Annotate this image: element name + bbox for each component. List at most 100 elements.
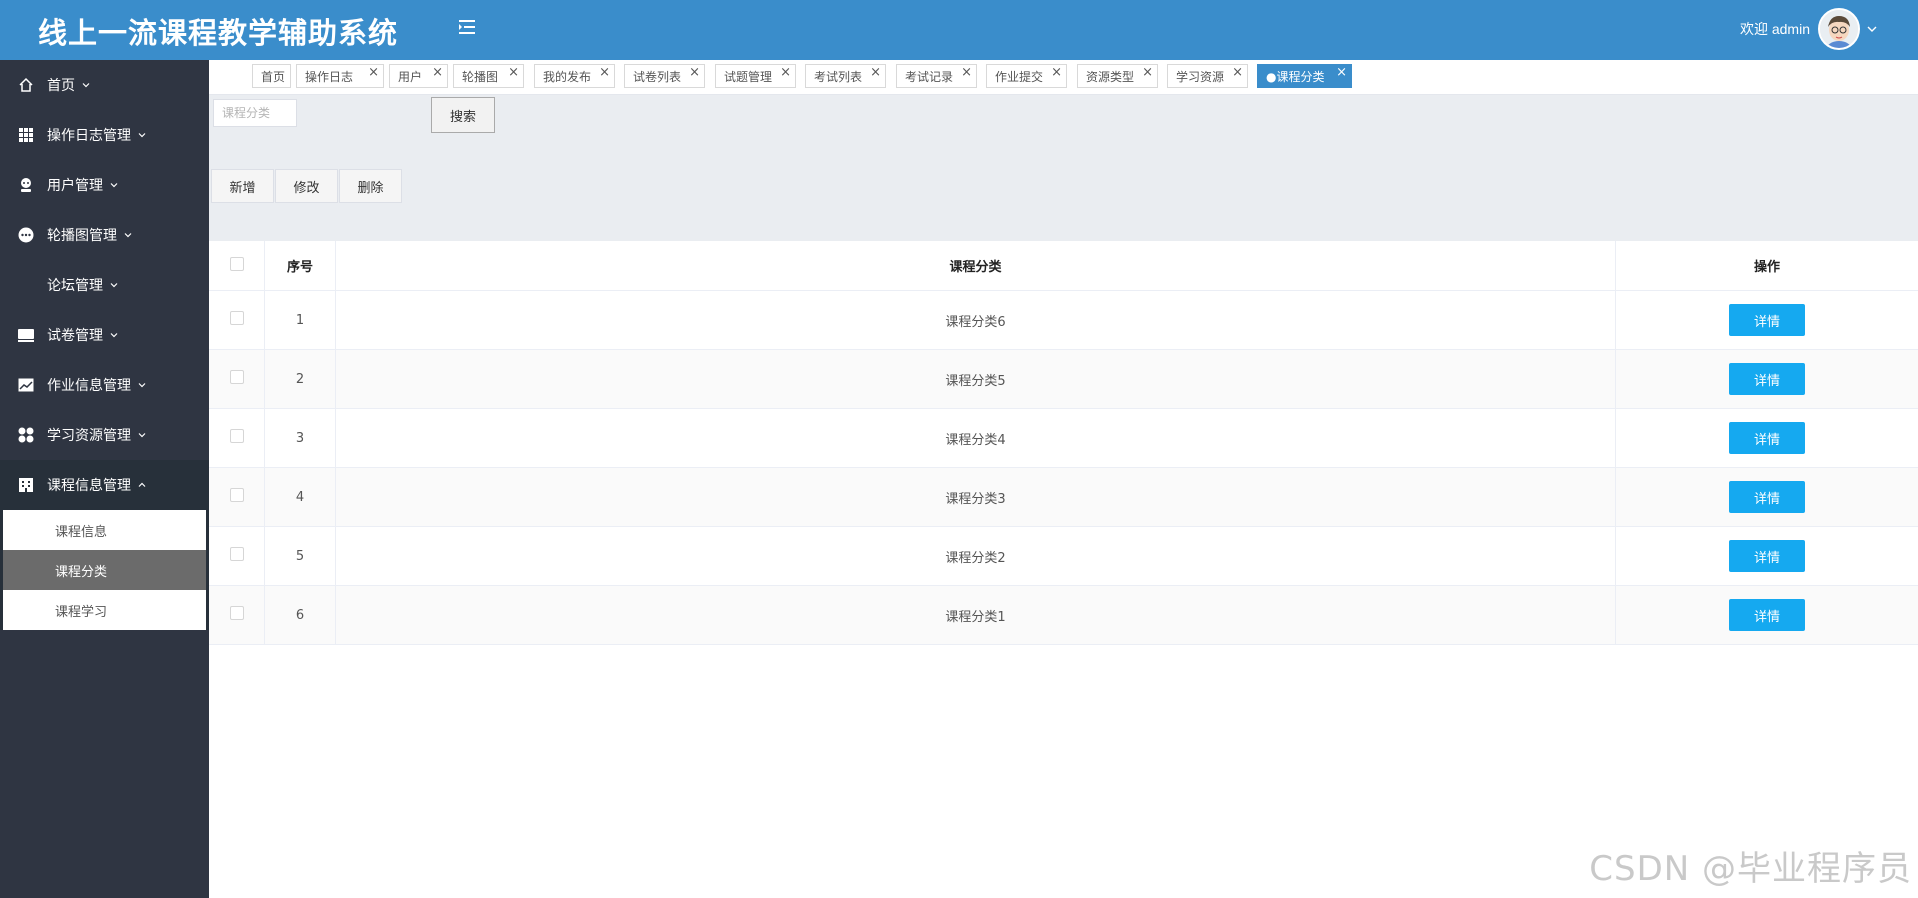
- close-icon[interactable]: ×: [368, 65, 379, 80]
- tab-questions[interactable]: 试题管理 ×: [715, 64, 796, 88]
- detail-button[interactable]: 详情: [1729, 304, 1805, 336]
- detail-button[interactable]: 详情: [1729, 599, 1805, 631]
- table-row: 1 课程分类6 详情: [209, 290, 1918, 350]
- tab-carousel[interactable]: 轮播图 ×: [453, 64, 524, 88]
- search-input[interactable]: [213, 99, 297, 127]
- row-checkbox[interactable]: [229, 488, 244, 502]
- header-category: 课程分类: [335, 241, 1616, 291]
- chevron-down-icon: [82, 83, 90, 88]
- tab-label: 我的发布: [543, 69, 592, 84]
- detail-button[interactable]: 详情: [1729, 481, 1805, 513]
- chevron-down-icon: [138, 133, 146, 138]
- tab-course-category[interactable]: ●课程分类 ×: [1257, 64, 1352, 88]
- tabs-bar: 首页 操作日志 × 用户 × 轮播图 × 我的发布 × 试卷列表 × 试题管理 × 考试列表…: [209, 60, 1918, 95]
- chevron-down-icon: [138, 433, 146, 438]
- watermark: CSDN @毕业程序员: [1589, 849, 1912, 889]
- sidebar-item-resources[interactable]: 学习资源管理: [0, 410, 209, 460]
- tab-label: 轮播图: [462, 69, 499, 84]
- row-no: 6: [264, 585, 336, 645]
- delete-button[interactable]: 删除: [339, 169, 402, 203]
- tab-label: 试题管理: [724, 69, 773, 84]
- tab-exam-list[interactable]: 考试列表 ×: [805, 64, 886, 88]
- close-icon[interactable]: ×: [870, 65, 881, 80]
- user-icon: [17, 176, 35, 194]
- close-icon[interactable]: ×: [508, 65, 519, 80]
- close-icon[interactable]: ×: [961, 65, 972, 80]
- app-title: 线上一流课程教学辅助系统: [38, 16, 399, 50]
- row-category: 课程分类1: [335, 585, 1616, 645]
- row-op-cell: 详情: [1615, 526, 1918, 586]
- tab-label: 考试列表: [814, 69, 863, 84]
- avatar-face-icon: [1820, 10, 1858, 48]
- user-menu[interactable]: 欢迎 admin: [1740, 4, 1878, 54]
- close-icon[interactable]: ×: [599, 65, 610, 80]
- detail-button[interactable]: 详情: [1729, 540, 1805, 572]
- submenu-item-course-study[interactable]: 课程学习: [3, 590, 206, 630]
- tab-label: 学习资源: [1176, 69, 1225, 84]
- tab-my-posts[interactable]: 我的发布 ×: [534, 64, 615, 88]
- tab-label: 考试记录: [905, 69, 954, 84]
- submenu-item-course-info[interactable]: 课程信息: [3, 510, 206, 550]
- sidebar-item-exams[interactable]: 试卷管理: [0, 310, 209, 360]
- table-header-row: 序号 课程分类 操作: [209, 241, 1918, 291]
- tab-label: 资源类型: [1086, 69, 1135, 84]
- submenu-item-course-category[interactable]: 课程分类: [3, 550, 206, 590]
- tab-learning-resources[interactable]: 学习资源 ×: [1167, 64, 1248, 88]
- edit-button[interactable]: 修改: [275, 169, 338, 203]
- tab-exam-records[interactable]: 考试记录 ×: [896, 64, 977, 88]
- close-icon[interactable]: ×: [1232, 65, 1243, 80]
- detail-button[interactable]: 详情: [1729, 363, 1805, 395]
- chevron-down-icon: [110, 283, 118, 288]
- sidebar-item-course-info[interactable]: 课程信息管理: [0, 460, 209, 510]
- sidebar-item-label: 课程信息管理: [47, 478, 131, 494]
- sidebar-item-carousel[interactable]: 轮播图管理: [0, 210, 209, 260]
- close-icon[interactable]: ×: [1336, 65, 1347, 80]
- row-category: 课程分类6: [335, 290, 1616, 350]
- select-all-checkbox[interactable]: [229, 256, 244, 271]
- close-icon[interactable]: ×: [780, 65, 791, 80]
- row-checkbox[interactable]: [229, 429, 244, 443]
- add-button[interactable]: 新增: [211, 169, 274, 203]
- tab-oplog[interactable]: 操作日志 ×: [296, 64, 384, 88]
- row-check-cell: [209, 526, 265, 586]
- tab-label: ●课程分类: [1266, 69, 1325, 84]
- chevron-down-icon: [138, 383, 146, 388]
- select-all-cell: [209, 241, 265, 291]
- close-icon[interactable]: ×: [432, 65, 443, 80]
- sidebar-item-label: 学习资源管理: [47, 428, 131, 444]
- row-no: 5: [264, 526, 336, 586]
- row-checkbox[interactable]: [229, 370, 244, 384]
- sidebar-item-homework[interactable]: 作业信息管理: [0, 360, 209, 410]
- picture-icon: [17, 376, 35, 394]
- main-content: 搜索 新增 修改 删除 序号 课程分类 操作 1 课程分类6 详情: [209, 95, 1918, 898]
- close-icon[interactable]: ×: [689, 65, 700, 80]
- header-no: 序号: [264, 241, 336, 291]
- sidebar-item-forum[interactable]: 论坛管理: [0, 260, 209, 310]
- row-no: 2: [264, 349, 336, 409]
- row-checkbox[interactable]: [229, 547, 244, 561]
- row-checkbox[interactable]: [229, 311, 244, 325]
- search-button[interactable]: 搜索: [431, 97, 495, 133]
- row-check-cell: [209, 408, 265, 468]
- top-header: 线上一流课程教学辅助系统 欢迎 admin: [0, 0, 1918, 60]
- close-icon[interactable]: ×: [1051, 65, 1062, 80]
- menu-toggle-icon[interactable]: [456, 16, 478, 38]
- tab-users[interactable]: 用户 ×: [389, 64, 448, 88]
- sidebar: 首页 操作日志管理 用户管理 轮播图管理 论坛管理 试卷管理 作业信息管理 学习…: [0, 60, 209, 898]
- sidebar-item-home[interactable]: 首页: [0, 60, 209, 110]
- apps-icon: [17, 426, 35, 444]
- chevron-down-icon[interactable]: [1866, 23, 1878, 35]
- detail-button[interactable]: 详情: [1729, 422, 1805, 454]
- avatar[interactable]: [1818, 8, 1860, 50]
- row-checkbox[interactable]: [229, 606, 244, 620]
- tab-label: 操作日志: [305, 69, 354, 84]
- tab-home[interactable]: 首页: [252, 64, 291, 88]
- tab-resource-types[interactable]: 资源类型 ×: [1077, 64, 1158, 88]
- row-op-cell: 详情: [1615, 585, 1918, 645]
- sidebar-item-oplog[interactable]: 操作日志管理: [0, 110, 209, 160]
- close-icon[interactable]: ×: [1142, 65, 1153, 80]
- row-check-cell: [209, 349, 265, 409]
- sidebar-item-users[interactable]: 用户管理: [0, 160, 209, 210]
- tab-homework-submit[interactable]: 作业提交 ×: [986, 64, 1067, 88]
- tab-exam-papers[interactable]: 试卷列表 ×: [624, 64, 705, 88]
